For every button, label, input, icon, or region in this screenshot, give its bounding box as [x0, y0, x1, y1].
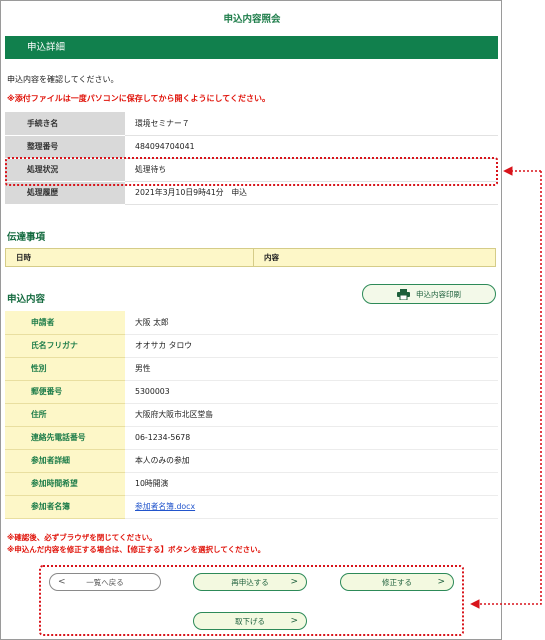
- application-table: 申請者 大阪 太郎 氏名フリガナ オオサカ タロウ 性別 男性 郵便番号 530…: [5, 311, 498, 519]
- table-row: 参加者名簿 参加者名簿.docx: [5, 495, 498, 519]
- field-label: 性別: [5, 357, 125, 381]
- field-label: 郵便番号: [5, 380, 125, 404]
- detail-row-reference-number: 整理番号 484094704041: [5, 135, 498, 159]
- table-row: 参加者詳細 本人のみの参加: [5, 449, 498, 473]
- status-highlight-box: [5, 157, 498, 186]
- field-label: 参加者詳細: [5, 449, 125, 473]
- modify-button-label: 修正する: [382, 577, 412, 587]
- field-value: 06-1234-5678: [125, 426, 498, 450]
- detail-label: 整理番号: [5, 135, 125, 158]
- chevron-right-icon: >: [290, 616, 298, 626]
- attachment-warning: ※添付ファイルは一度パソコンに保存してから開くようにしてください。: [7, 94, 271, 103]
- application-heading: 申込内容: [7, 294, 46, 305]
- field-label: 連絡先電話番号: [5, 426, 125, 450]
- chevron-right-icon: >: [290, 577, 298, 587]
- reapply-button[interactable]: 再申込する >: [193, 573, 307, 591]
- app-window: 申込内容照会 申込詳細 申込内容を確認してください。 ※添付ファイルは一度パソコ…: [0, 0, 502, 640]
- back-button-label: 一覧へ戻る: [86, 577, 124, 587]
- detail-label: 手続き名: [5, 112, 125, 135]
- withdraw-button-label: 取下げる: [235, 616, 265, 626]
- field-value: 参加者名簿.docx: [125, 495, 498, 519]
- field-label: 申請者: [5, 311, 125, 335]
- chevron-left-icon: <: [58, 577, 66, 587]
- column-header-date: 日時: [5, 248, 254, 267]
- reapply-button-label: 再申込する: [231, 577, 269, 587]
- printer-icon: [397, 288, 410, 300]
- section-header: 申込詳細: [5, 36, 498, 59]
- table-row: 参加時間希望 10時開演: [5, 472, 498, 496]
- detail-value: 環境セミナー７: [125, 112, 498, 136]
- detail-row-procedure: 手続き名 環境セミナー７: [5, 112, 498, 136]
- back-to-list-button[interactable]: < 一覧へ戻る: [49, 573, 161, 591]
- field-label: 参加者名簿: [5, 495, 125, 519]
- communication-table: 日時 内容: [5, 248, 496, 267]
- communication-heading: 伝達事項: [7, 232, 46, 243]
- note-line: ※確認後、必ずブラウザを閉じてください。: [7, 533, 157, 542]
- print-button-label: 申込内容印刷: [416, 289, 461, 299]
- table-header-row: 日時 内容: [5, 248, 496, 267]
- column-header-content: 内容: [253, 248, 496, 267]
- chevron-right-icon: >: [437, 577, 445, 587]
- table-row: 性別 男性: [5, 357, 498, 381]
- table-row: 連絡先電話番号 06-1234-5678: [5, 426, 498, 450]
- table-row: 申請者 大阪 太郎: [5, 311, 498, 335]
- note-line: ※申込んだ内容を修正する場合は、【修正する】ボタンを選択してください。: [7, 545, 266, 554]
- field-value: 大阪 太郎: [125, 311, 498, 335]
- page-title: 申込内容照会: [223, 14, 281, 25]
- field-label: 氏名フリガナ: [5, 334, 125, 358]
- modify-button[interactable]: 修正する >: [340, 573, 454, 591]
- table-row: 氏名フリガナ オオサカ タロウ: [5, 334, 498, 358]
- field-value: 10時開演: [125, 472, 498, 496]
- table-row: 住所 大阪府大阪市北区堂島: [5, 403, 498, 427]
- attachment-link[interactable]: 参加者名簿.docx: [135, 502, 195, 511]
- intro-text: 申込内容を確認してください。: [7, 75, 119, 84]
- table-row: 郵便番号 5300003: [5, 380, 498, 404]
- field-label: 住所: [5, 403, 125, 427]
- field-label: 参加時間希望: [5, 472, 125, 496]
- field-value: 大阪府大阪市北区堂島: [125, 403, 498, 427]
- detail-value: 484094704041: [125, 135, 498, 159]
- field-value: 5300003: [125, 380, 498, 404]
- field-value: オオサカ タロウ: [125, 334, 498, 358]
- withdraw-button[interactable]: 取下げる >: [193, 612, 307, 630]
- notes: ※確認後、必ずブラウザを閉じてください。 ※申込んだ内容を修正する場合は、【修正…: [7, 532, 265, 556]
- field-value: 男性: [125, 357, 498, 381]
- print-application-button[interactable]: 申込内容印刷: [362, 284, 496, 304]
- field-value: 本人のみの参加: [125, 449, 498, 473]
